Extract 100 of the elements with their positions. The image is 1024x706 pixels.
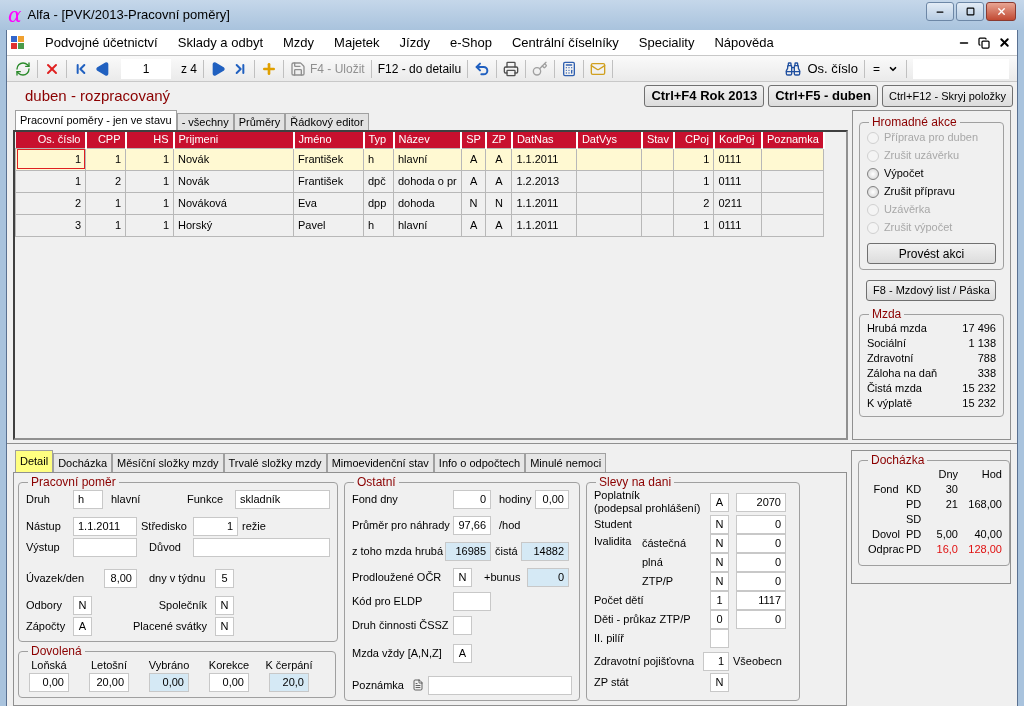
menu-item[interactable]: Centrální číselníky: [501, 32, 629, 53]
next-icon[interactable]: [210, 60, 226, 77]
menu-item[interactable]: Speciality: [628, 32, 705, 53]
input-field[interactable]: A: [73, 616, 92, 636]
restore-icon[interactable]: [978, 36, 990, 49]
tab[interactable]: Průměry: [233, 113, 286, 130]
tab[interactable]: Pracovní poměry - jen ve stavu: [15, 110, 177, 130]
input-field[interactable]: 0,00: [209, 673, 249, 692]
search-icon[interactable]: [785, 60, 802, 77]
table-cell: 0111: [713, 170, 762, 192]
detail-button[interactable]: F12 - do detailu: [377, 59, 462, 78]
tab[interactable]: - všechny: [176, 113, 234, 130]
input-field[interactable]: A: [453, 643, 472, 663]
input-field[interactable]: 20,00: [89, 673, 129, 692]
input-field[interactable]: N: [215, 616, 234, 636]
input-field[interactable]: skladník: [235, 489, 330, 509]
input-field[interactable]: [428, 675, 572, 695]
tab[interactable]: Měsíční složky mzdy: [112, 453, 224, 472]
previous-icon[interactable]: [95, 60, 111, 77]
input-field[interactable]: N: [73, 595, 92, 615]
input-field[interactable]: 14882: [521, 541, 569, 561]
input-field[interactable]: 0: [527, 567, 569, 587]
action-button[interactable]: F8 - Mzdový list / Páska: [866, 280, 997, 301]
input-field[interactable]: 0: [710, 610, 729, 629]
tab[interactable]: Minulé nemoci: [525, 453, 607, 472]
input-field[interactable]: N: [710, 572, 729, 591]
input-field[interactable]: N: [215, 595, 234, 615]
undo-icon[interactable]: [474, 60, 491, 77]
input-field[interactable]: 1: [703, 652, 729, 671]
table-cell: František: [293, 148, 364, 170]
table-row[interactable]: 3 1 1 Horský Pavel h hlavní A A 1.1.2011 1 0111: [15, 214, 824, 236]
input-field[interactable]: 0: [736, 572, 786, 591]
input-field[interactable]: 0,00: [149, 673, 189, 692]
minimize-button[interactable]: [926, 2, 954, 21]
input-field[interactable]: 97,66: [453, 515, 491, 535]
input-field[interactable]: [193, 537, 330, 557]
input-field[interactable]: 5: [215, 568, 234, 588]
input-field[interactable]: [453, 591, 491, 611]
table-row[interactable]: 2 1 1 Nováková Eva dpp dohoda N N 1.1.2011 2 0211: [15, 192, 824, 214]
input-field[interactable]: 8,00: [104, 568, 137, 588]
input-field[interactable]: 1117: [736, 591, 786, 610]
input-field[interactable]: 0,00: [535, 489, 569, 509]
input-field[interactable]: [453, 615, 472, 635]
menu-item[interactable]: Jízdy: [389, 32, 440, 53]
close-button[interactable]: [986, 2, 1016, 21]
tab[interactable]: Řádkový editor: [285, 113, 369, 130]
input-field[interactable]: 1: [193, 516, 238, 536]
table-cell: 2: [85, 170, 126, 192]
table-row[interactable]: 1 1 1 Novák František h hlavní A A 1.1.2011 1 0111: [15, 148, 824, 170]
tab[interactable]: Docházka: [53, 453, 113, 472]
input-field[interactable]: N: [710, 515, 729, 534]
input-field[interactable]: 1.1.2011: [73, 516, 137, 536]
calculator-icon[interactable]: [561, 60, 578, 77]
input-field[interactable]: N: [710, 553, 729, 572]
input-field[interactable]: h: [73, 489, 103, 509]
record-field[interactable]: 1: [121, 58, 171, 79]
input-field[interactable]: 0: [736, 534, 786, 553]
menu-item[interactable]: Mzdy: [273, 32, 325, 53]
menu-item[interactable]: Nápověda: [704, 32, 784, 53]
operator-dropdown[interactable]: =: [871, 59, 900, 78]
tab[interactable]: Mimoevidenční stav: [326, 453, 434, 472]
input-field[interactable]: N: [710, 673, 729, 692]
radio-button[interactable]: [866, 167, 879, 180]
tab[interactable]: Info o odpočtech: [433, 453, 526, 472]
input-field[interactable]: N: [453, 567, 472, 587]
input-field[interactable]: N: [710, 534, 729, 553]
action-button[interactable]: Provést akci: [866, 243, 996, 264]
input-field[interactable]: 0: [453, 489, 491, 509]
add-icon[interactable]: [261, 60, 277, 77]
input-field[interactable]: 0: [736, 610, 786, 629]
input-field[interactable]: 2070: [736, 492, 786, 512]
maximize-button[interactable]: [956, 2, 984, 21]
input-field[interactable]: 0: [736, 553, 786, 572]
input-field[interactable]: 16985: [445, 541, 491, 561]
menu-item[interactable]: e-Shop: [439, 32, 502, 53]
input-field[interactable]: 1: [710, 591, 729, 610]
print-icon[interactable]: [503, 60, 520, 77]
column-header[interactable]: Os. číslo: [15, 132, 86, 148]
input-field[interactable]: 20,0: [269, 673, 309, 692]
field-label: +bunus: [483, 569, 522, 585]
close-icon[interactable]: [998, 36, 1011, 49]
menu-item[interactable]: Podvojné účetnictví: [35, 32, 168, 53]
input-field[interactable]: [73, 537, 137, 557]
input-field[interactable]: A: [710, 492, 729, 512]
refresh-icon[interactable]: [15, 60, 31, 77]
input-field[interactable]: [710, 629, 729, 648]
action-button[interactable]: Ctrl+F4 Rok 2013: [644, 85, 765, 107]
menu-item[interactable]: Majetek: [324, 32, 390, 53]
key-icon[interactable]: [532, 60, 549, 77]
table-row[interactable]: 1 2 1 Novák František dpč dohoda o pr A A 1.2.2013 1 0111: [15, 170, 824, 192]
input-field[interactable]: 0,00: [29, 673, 69, 692]
action-button[interactable]: Ctrl+F5 - duben: [768, 85, 878, 107]
tab[interactable]: Detail: [15, 450, 54, 472]
menu-item[interactable]: Sklady a odbyt: [167, 32, 273, 53]
mail-icon[interactable]: [590, 60, 607, 77]
action-button[interactable]: Ctrl+F12 - Skryj položky: [881, 85, 1013, 107]
tab[interactable]: Trvalé složky mzdy: [223, 453, 327, 472]
input-field[interactable]: 0: [736, 515, 786, 534]
radio-button[interactable]: [866, 185, 879, 198]
note-icon[interactable]: [412, 678, 424, 692]
